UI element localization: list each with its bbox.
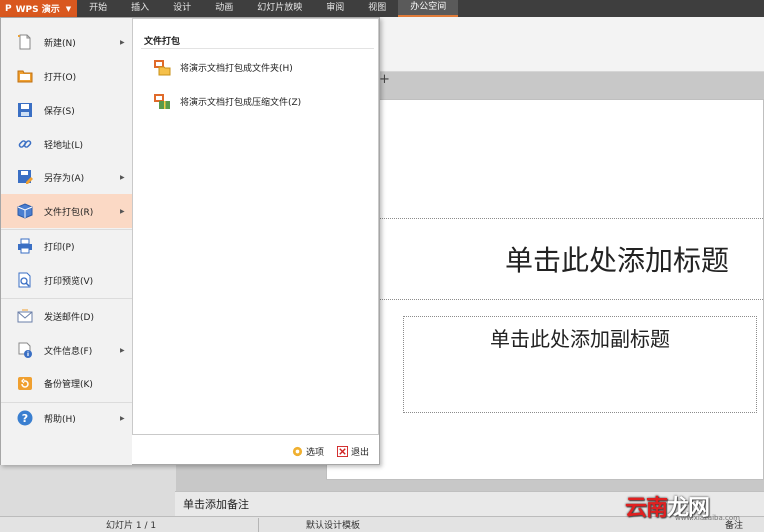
- title-placeholder[interactable]: 单击此处添加标题: [327, 218, 764, 300]
- tab-slideshow[interactable]: 幻灯片放映: [245, 0, 314, 17]
- menu-item-print-preview[interactable]: 打印预览(V): [1, 263, 132, 297]
- watermark-logo: 云南龙网 www.xiazaiba.com: [625, 484, 745, 526]
- svg-text:?: ?: [22, 412, 28, 425]
- slide-canvas[interactable]: 单击此处添加标题 单击此处添加副标题: [326, 99, 764, 480]
- folder-open-icon: [17, 70, 33, 83]
- menu-item-new[interactable]: 新建(N) ▶: [1, 25, 132, 59]
- menu-item-send-mail[interactable]: 发送邮件(D): [1, 299, 132, 333]
- file-info-icon: [18, 342, 32, 358]
- chevron-right-icon: ▶: [120, 38, 125, 46]
- app-title: WPS 演示: [15, 5, 60, 15]
- menu-item-print[interactable]: 打印(P): [1, 229, 132, 263]
- save-icon: [18, 103, 32, 117]
- menubar: P WPS 演示 ▼ 开始 插入 设计 动画 幻灯片放映 审阅 视图 办公空间: [0, 0, 764, 17]
- chevron-right-icon: ▶: [120, 173, 125, 181]
- exit-button-label: 退出: [351, 448, 370, 458]
- submenu-item-pack-folder-label: 将演示文档打包成文件夹(H): [180, 63, 293, 74]
- menu-item-open[interactable]: 打开(O): [1, 59, 132, 93]
- app-logo: P: [5, 3, 12, 14]
- tab-animation[interactable]: 动画: [203, 0, 245, 17]
- app-menu-button[interactable]: P WPS 演示 ▼: [0, 0, 78, 17]
- file-package-submenu: 文件打包 将演示文档打包成文件夹(H) 将演示文档打包成压缩文件(Z): [132, 18, 379, 435]
- status-slide-count: 幻灯片 1 / 1: [106, 521, 157, 531]
- chevron-right-icon: ▶: [120, 207, 125, 215]
- submenu-item-pack-zip[interactable]: 将演示文档打包成压缩文件(Z): [153, 91, 301, 111]
- menu-item-save[interactable]: 保存(S): [1, 93, 132, 127]
- menu-item-help-label: 帮助(H): [44, 414, 76, 425]
- submenu-item-pack-zip-label: 将演示文档打包成压缩文件(Z): [180, 97, 302, 108]
- gear-icon: [292, 446, 303, 457]
- options-button[interactable]: 选项: [292, 445, 324, 458]
- help-icon: ?: [17, 410, 33, 426]
- menu-item-send-mail-label: 发送邮件(D): [44, 312, 94, 323]
- status-template: 默认设计模板: [306, 521, 361, 531]
- exit-button[interactable]: 退出: [337, 445, 369, 458]
- menu-item-light-address[interactable]: 轻地址(L): [1, 127, 132, 161]
- package-icon: [17, 203, 33, 219]
- menu-item-file-info-label: 文件信息(F): [44, 346, 93, 357]
- chevron-down-icon: ▼: [65, 4, 72, 13]
- menu-item-file-info[interactable]: 文件信息(F) ▶: [1, 333, 132, 367]
- ribbon-tabs: 开始 插入 设计 动画 幻灯片放映 审阅 视图 办公空间: [77, 0, 459, 17]
- menu-item-light-address-label: 轻地址(L): [44, 140, 84, 151]
- menu-item-new-label: 新建(N): [44, 38, 76, 49]
- tab-view[interactable]: 视图: [356, 0, 398, 17]
- submenu-title: 文件打包: [144, 37, 181, 47]
- title-placeholder-text: 单击此处添加标题: [504, 244, 729, 277]
- new-document-icon: [18, 34, 31, 50]
- add-tab-icon[interactable]: +: [379, 72, 390, 87]
- watermark-text-red: 云南: [625, 496, 668, 521]
- submenu-item-pack-folder[interactable]: 将演示文档打包成文件夹(H): [153, 57, 293, 77]
- status-divider: [258, 518, 259, 532]
- menu-item-backup-label: 备份管理(K): [44, 379, 93, 390]
- tab-design[interactable]: 设计: [161, 0, 203, 17]
- menu-item-save-label: 保存(S): [44, 106, 75, 117]
- options-button-label: 选项: [306, 448, 325, 458]
- menu-item-print-label: 打印(P): [44, 242, 75, 253]
- pack-zip-icon: [154, 94, 170, 109]
- menu-item-save-as-label: 另存为(A): [44, 173, 85, 184]
- file-menu: 新建(N) ▶ 打开(O) 保存(S) 轻地址(L) 另存为(A) ▶ 文件打包…: [0, 17, 380, 465]
- menu-item-file-package[interactable]: 文件打包(R) ▶: [1, 194, 132, 228]
- watermark-url: www.xiazaiba.com: [675, 514, 740, 522]
- backup-icon: [18, 377, 32, 390]
- save-as-icon: [18, 170, 33, 184]
- ribbon-toolbar: [377, 17, 764, 72]
- tab-review[interactable]: 审阅: [314, 0, 356, 17]
- submenu-divider: [141, 48, 374, 49]
- chevron-right-icon: ▶: [120, 414, 125, 422]
- file-menu-footer: 选项 退出: [132, 436, 379, 465]
- menu-item-backup[interactable]: 备份管理(K): [1, 366, 132, 400]
- menu-item-open-label: 打开(O): [44, 72, 77, 83]
- link-icon: [18, 140, 32, 148]
- tab-office-space[interactable]: 办公空间: [398, 0, 459, 17]
- menu-item-file-package-label: 文件打包(R): [44, 207, 94, 218]
- file-menu-list: 新建(N) ▶ 打开(O) 保存(S) 轻地址(L) 另存为(A) ▶ 文件打包…: [1, 18, 132, 465]
- menu-item-print-preview-label: 打印预览(V): [44, 276, 94, 287]
- close-icon: [337, 446, 348, 457]
- subtitle-placeholder[interactable]: 单击此处添加副标题: [403, 316, 757, 413]
- notes-placeholder: 单击添加备注: [183, 498, 249, 511]
- print-icon: [18, 238, 32, 254]
- tab-insert[interactable]: 插入: [119, 0, 161, 17]
- subtitle-placeholder-text: 单击此处添加副标题: [490, 327, 670, 351]
- menu-item-help[interactable]: ? 帮助(H) ▶: [1, 401, 132, 435]
- print-preview-icon: [18, 272, 31, 288]
- mail-icon: [17, 309, 33, 323]
- chevron-right-icon: ▶: [120, 346, 125, 354]
- menu-item-save-as[interactable]: 另存为(A) ▶: [1, 160, 132, 194]
- tab-home[interactable]: 开始: [77, 0, 119, 17]
- pack-folder-icon: [154, 60, 171, 76]
